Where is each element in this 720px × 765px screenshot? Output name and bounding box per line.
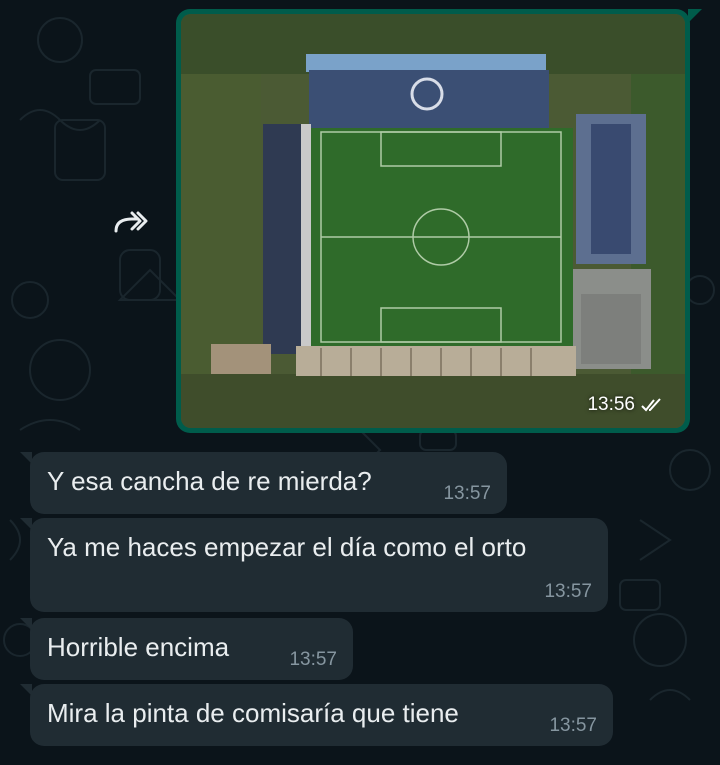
incoming-message[interactable]: Y esa cancha de re mierda? 13:57 — [20, 452, 507, 514]
incoming-message[interactable]: Horrible encima 13:57 — [20, 618, 353, 680]
stadium-aerial-photo[interactable]: 13:56 — [181, 14, 685, 428]
message-text: Y esa cancha de re mierda? — [47, 466, 372, 496]
message-time: 13:57 — [544, 581, 592, 602]
forward-button[interactable] — [108, 200, 152, 244]
image-message-meta: 13:56 — [587, 394, 663, 416]
stadium-photo-illustration — [181, 14, 685, 428]
bubble-tail — [688, 9, 702, 23]
message-text: Ya me haces empezar el día como el orto — [47, 532, 527, 562]
incoming-message[interactable]: Mira la pinta de comisaría que tiene 13:… — [20, 684, 613, 746]
forward-icon — [114, 211, 148, 233]
message-time: 13:57 — [549, 715, 597, 736]
incoming-message[interactable]: Ya me haces empezar el día como el orto … — [20, 518, 608, 612]
message-time: 13:57 — [289, 649, 337, 670]
image-message-bubble[interactable]: 13:56 — [176, 9, 702, 433]
message-time: 13:56 — [587, 394, 635, 415]
message-text: Mira la pinta de comisaría que tiene — [47, 698, 459, 728]
message-text: Horrible encima — [47, 632, 230, 662]
message-time: 13:57 — [443, 483, 491, 504]
double-check-icon — [641, 398, 661, 412]
